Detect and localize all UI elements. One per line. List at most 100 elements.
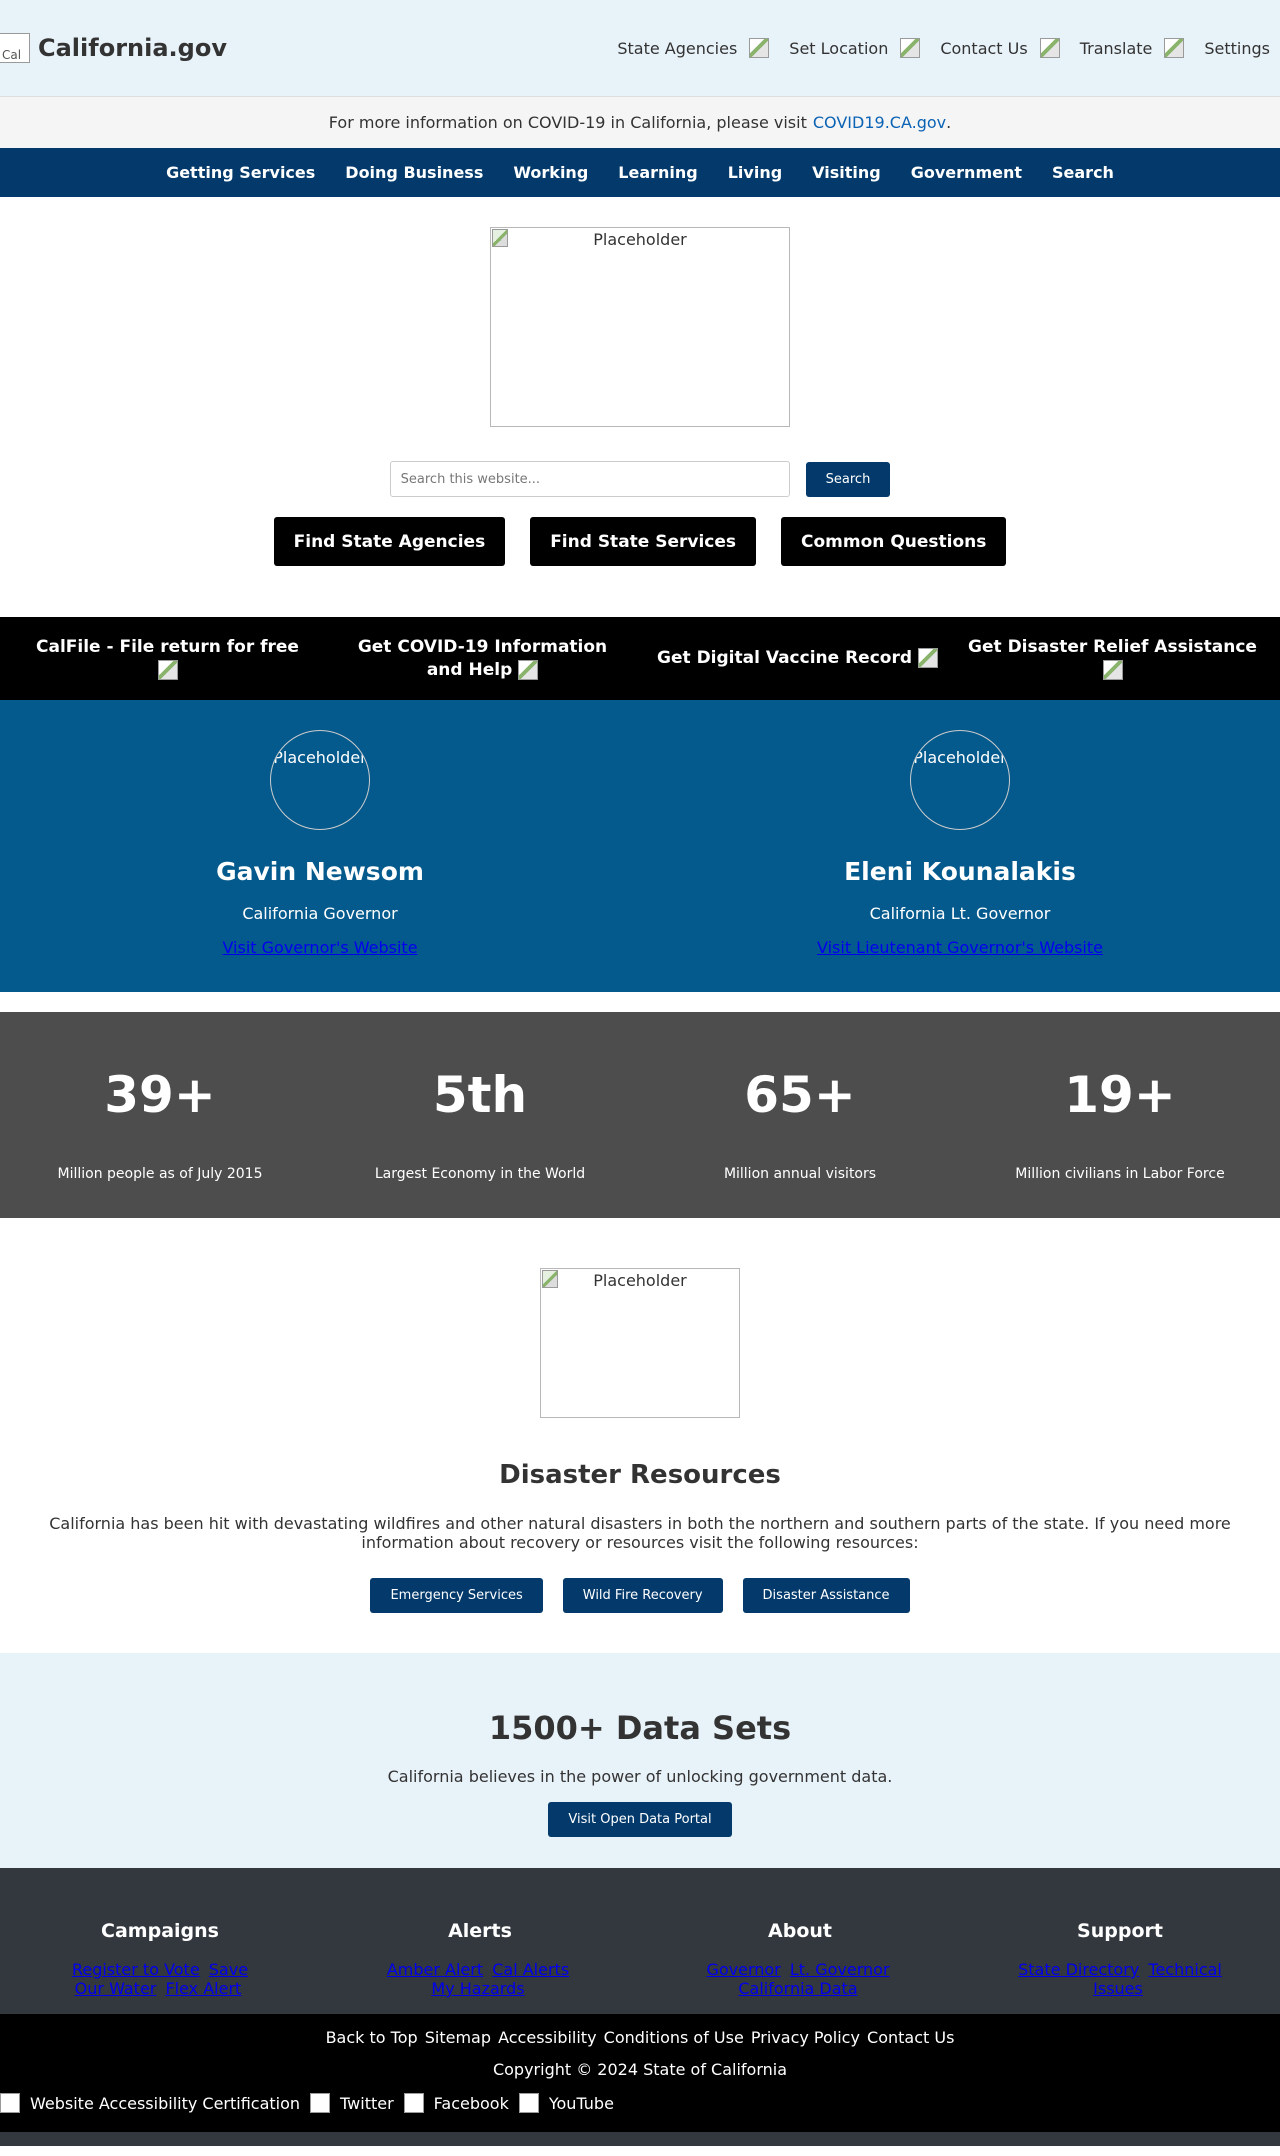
back-to-top-link[interactable]: Back to Top	[326, 2028, 418, 2047]
footer-col-title: Alerts	[448, 1920, 512, 1942]
stat-value: 5th	[432, 1066, 528, 1124]
datasets-section: 1500+ Data Sets California believes in t…	[0, 1653, 1280, 1868]
find-state-agencies-button[interactable]: Find State Agencies	[273, 517, 506, 566]
promo-label[interactable]: Get Digital Vaccine Record	[657, 648, 912, 668]
search-input[interactable]	[389, 461, 790, 497]
accessibility-certification-icon[interactable]	[0, 2093, 20, 2113]
photo-alt-text: Placeholder	[913, 748, 1007, 767]
stat-item: 39+ Million people as of July 2015	[0, 1012, 320, 1218]
footer-col-title: About	[768, 1920, 832, 1942]
leader-title: California Lt. Governor	[869, 904, 1051, 923]
stat-label: Million civilians in Labor Force	[1015, 1166, 1225, 1182]
cta-buttons: Find State Agencies Find State Services …	[0, 517, 1280, 566]
youtube-icon[interactable]	[518, 2093, 539, 2113]
photo-alt-text: Placeholder	[273, 748, 367, 767]
facebook-icon[interactable]	[403, 2093, 424, 2113]
disaster-section: Placeholder Disaster Resources Californi…	[0, 1218, 1280, 1653]
nav-living[interactable]: Living	[728, 163, 782, 182]
ca-logo-icon[interactable]: Cal	[0, 33, 30, 63]
covid-link[interactable]: COVID19.CA.gov	[813, 113, 946, 132]
footer-link[interactable]: Cal Alerts	[492, 1960, 569, 1979]
promo-label[interactable]: CalFile - File return for free	[36, 637, 299, 657]
util-contact-us[interactable]: Contact Us	[940, 38, 1060, 58]
social-links: Website Accessibility Certification Twit…	[0, 2093, 1280, 2113]
disaster-text: California has been hit with devastating…	[49, 1514, 1231, 1552]
sitemap-link[interactable]: Sitemap	[425, 2028, 491, 2047]
nav-getting-services[interactable]: Getting Services	[166, 163, 315, 182]
promo-bar: CalFile - File return for free Get COVID…	[0, 617, 1280, 700]
stat-value: 39+	[104, 1066, 216, 1124]
conditions-of-use-link[interactable]: Conditions of Use	[604, 2028, 744, 2047]
nav-learning[interactable]: Learning	[618, 163, 697, 182]
util-translate[interactable]: Translate	[1080, 38, 1185, 58]
datasets-title: 1500+ Data Sets	[488, 1709, 792, 1747]
leader-title: California Governor	[242, 904, 398, 923]
util-label[interactable]: Settings	[1204, 39, 1270, 58]
util-label[interactable]: Contact Us	[940, 39, 1027, 58]
util-settings[interactable]: Settings	[1204, 39, 1270, 58]
nav-government[interactable]: Government	[911, 163, 1022, 182]
contact-us-link[interactable]: Contact Us	[867, 2028, 954, 2047]
nav-working[interactable]: Working	[513, 163, 588, 182]
stat-label: Million people as of July 2015	[57, 1166, 263, 1182]
util-set-location[interactable]: Set Location	[789, 38, 921, 58]
find-state-services-button[interactable]: Find State Services	[530, 517, 757, 566]
footer-link[interactable]: Governor	[706, 1960, 780, 1979]
emergency-services-button[interactable]: Emergency Services	[370, 1578, 543, 1613]
promo-calfile[interactable]: CalFile - File return for free	[23, 636, 313, 682]
accessibility-certification-link[interactable]: Website Accessibility Certification	[30, 2094, 300, 2113]
stat-label: Million annual visitors	[723, 1166, 877, 1182]
promo-covid[interactable]: Get COVID-19 Information and Help	[338, 636, 628, 682]
covid-suffix: .	[946, 113, 952, 132]
twitter-link[interactable]: Twitter	[340, 2094, 394, 2113]
nav-doing-business[interactable]: Doing Business	[345, 163, 483, 182]
twitter-icon[interactable]	[310, 2093, 331, 2113]
footer-col-title: Support	[1077, 1920, 1163, 1942]
util-label[interactable]: State Agencies	[617, 39, 737, 58]
footer-col-links: State Directory Technical Issues	[1015, 1960, 1225, 1998]
main-nav: Getting Services Doing Business Working …	[0, 148, 1280, 197]
leader-card: Placeholder Gavin Newsom California Gove…	[0, 700, 640, 992]
site-title[interactable]: California.gov	[38, 34, 227, 62]
promo-label[interactable]: Get Disaster Relief Assistance	[968, 637, 1257, 657]
covid-banner: For more information on COVID-19 in Cali…	[0, 96, 1280, 148]
promo-disaster-relief[interactable]: Get Disaster Relief Assistance	[968, 636, 1258, 682]
lt-governor-website-link[interactable]: Visit Lieutenant Governor's Website	[817, 938, 1103, 957]
footer-link[interactable]: Register to Vote	[72, 1960, 200, 1979]
youtube-link[interactable]: YouTube	[549, 2094, 614, 2113]
stat-item: 19+ Million civilians in Labor Force	[960, 1012, 1280, 1218]
footer-link[interactable]: Lt. Governor	[790, 1960, 890, 1979]
disaster-assistance-button[interactable]: Disaster Assistance	[742, 1578, 910, 1613]
nav-search[interactable]: Search	[1052, 163, 1114, 182]
footer-link[interactable]: California Data	[738, 1979, 857, 1998]
util-state-agencies[interactable]: State Agencies	[617, 38, 770, 58]
location-icon	[900, 38, 921, 58]
disaster-title: Disaster Resources	[499, 1460, 781, 1490]
wild-fire-recovery-button[interactable]: Wild Fire Recovery	[562, 1578, 723, 1613]
stat-label: Largest Economy in the World	[374, 1166, 586, 1182]
brand[interactable]: Cal California.gov	[0, 33, 227, 63]
footer-link[interactable]: My Hazards	[431, 1979, 524, 1998]
stat-item: 5th Largest Economy in the World	[320, 1012, 640, 1218]
footer-col-campaigns: Campaigns Register to Vote Save Our Wate…	[0, 1920, 320, 2014]
footer-link[interactable]: Flex Alert	[165, 1979, 241, 1998]
footer-col-alerts: Alerts Amber Alert Cal Alerts My Hazards	[320, 1920, 640, 2014]
governor-website-link[interactable]: Visit Governor's Website	[222, 938, 417, 957]
facebook-link[interactable]: Facebook	[434, 2094, 509, 2113]
search-button[interactable]: Search	[805, 461, 891, 497]
promo-label[interactable]: Get COVID-19 Information and Help	[358, 637, 607, 680]
common-questions-button[interactable]: Common Questions	[781, 517, 1007, 566]
nav-visiting[interactable]: Visiting	[812, 163, 881, 182]
footer-link[interactable]: State Directory	[1018, 1960, 1139, 1979]
datasets-text: California believes in the power of unlo…	[387, 1767, 893, 1786]
governor-photo: Placeholder	[270, 730, 370, 830]
utility-nav: State Agencies Set Location Contact Us T…	[617, 38, 1270, 58]
accessibility-link[interactable]: Accessibility	[498, 2028, 596, 2047]
logo-alt-text: Cal	[2, 48, 22, 62]
promo-vaccine-record[interactable]: Get Digital Vaccine Record	[653, 647, 943, 670]
util-label[interactable]: Translate	[1080, 39, 1153, 58]
privacy-policy-link[interactable]: Privacy Policy	[751, 2028, 860, 2047]
open-data-portal-button[interactable]: Visit Open Data Portal	[548, 1802, 732, 1837]
footer-link[interactable]: Amber Alert	[387, 1960, 483, 1979]
util-label[interactable]: Set Location	[789, 39, 888, 58]
